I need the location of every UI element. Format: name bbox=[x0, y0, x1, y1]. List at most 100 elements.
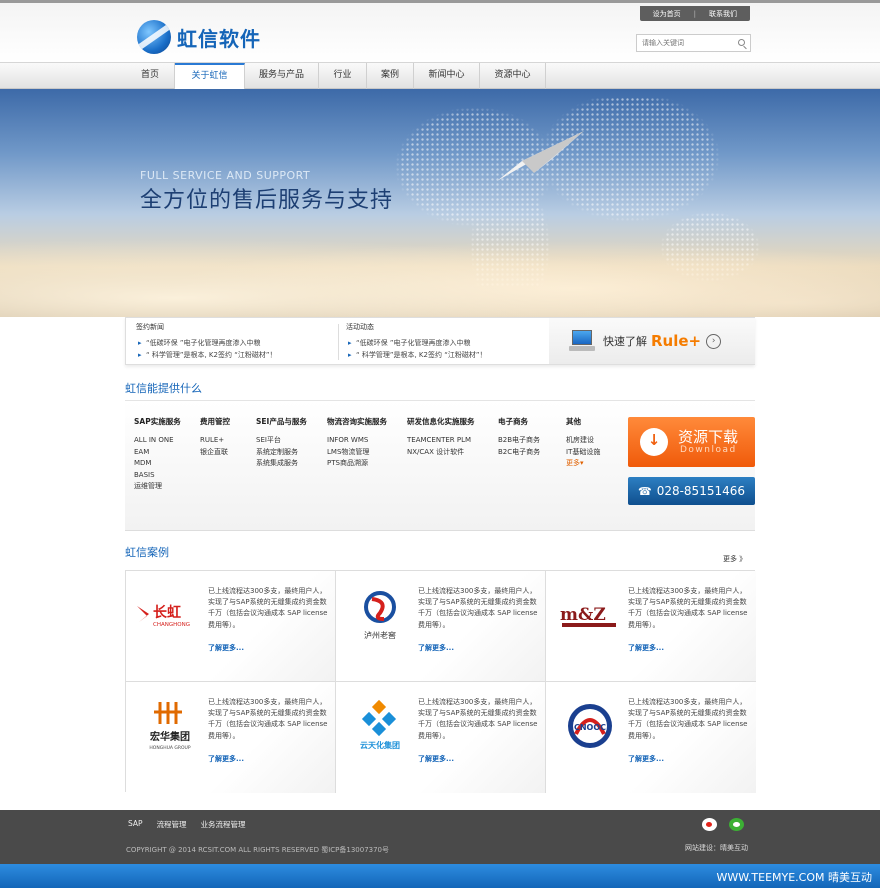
bottom-brand[interactable]: WWW.TEEMYE.COM 晴美互动 bbox=[717, 869, 872, 885]
brand-name: 虹信软件 bbox=[177, 26, 261, 51]
weibo-icon[interactable] bbox=[702, 818, 717, 831]
mz-logo: m&Z bbox=[554, 585, 626, 645]
service-column: 电子商务 B2B电子商务 B2C电子商务 bbox=[498, 416, 540, 458]
case-more-link[interactable]: 了解更多... bbox=[208, 754, 244, 764]
footer-link-sap[interactable]: SAP bbox=[128, 819, 143, 830]
search-box bbox=[636, 34, 751, 52]
computer-icon bbox=[569, 330, 595, 352]
service-item[interactable]: 系统定制服务 bbox=[256, 447, 307, 459]
nav-services[interactable]: 服务与产品 bbox=[245, 63, 319, 89]
news-strip: 签约新闻 “低碳环保 ”电子化管理再度渗入中粮 “ 科学管理”是根本, K2签约… bbox=[125, 317, 755, 365]
footer-link-process[interactable]: 流程管理 bbox=[157, 819, 187, 830]
phone-icon: ☎ bbox=[637, 484, 652, 498]
service-item[interactable]: 运维管理 bbox=[134, 481, 181, 493]
service-item[interactable]: MDM bbox=[134, 458, 181, 470]
arrow-right-icon: › bbox=[706, 333, 722, 349]
cases-more-link[interactable]: 更多 》 bbox=[723, 554, 746, 564]
case-description: 已上线流程达300多支，最终用户人，实现了与SAP系统的无缝集成约资金数千万（包… bbox=[208, 587, 328, 629]
event-news-title: 活动动态 bbox=[346, 323, 374, 331]
nav-cases[interactable]: 案例 bbox=[367, 63, 414, 89]
case-description: 已上线流程达300多支，最终用户人，实现了与SAP系统的无缝集成约资金数千万（包… bbox=[208, 698, 328, 740]
case-logo-subtext: CHANGHONG bbox=[153, 622, 190, 628]
globe-logo-icon bbox=[137, 20, 171, 54]
case-more-link[interactable]: 了解更多... bbox=[418, 643, 454, 653]
service-item[interactable]: B2B电子商务 bbox=[498, 435, 540, 447]
header: 虹信软件 设为首页 | 联系我们 bbox=[0, 0, 880, 62]
service-column-title[interactable]: 费用管控 bbox=[200, 416, 230, 427]
nav-about[interactable]: 关于虹信 bbox=[175, 63, 245, 89]
case-description: 已上线流程达300多支，最终用户人，实现了与SAP系统的无缝集成约资金数千万（包… bbox=[418, 587, 538, 629]
service-item[interactable]: 银企直联 bbox=[200, 447, 230, 459]
service-item[interactable]: NX/CAX 设计软件 bbox=[407, 447, 475, 459]
footer-link-bpm[interactable]: 业务流程管理 bbox=[201, 819, 246, 830]
case-logo-text: 云天化集团 bbox=[360, 740, 400, 750]
paper-plane-icon bbox=[497, 131, 584, 181]
service-item[interactable]: B2C电子商务 bbox=[498, 447, 540, 459]
resource-download-button[interactable]: 资源下载 Download bbox=[628, 417, 755, 467]
service-column-title[interactable]: SAP实施服务 bbox=[134, 416, 181, 427]
case-more-link[interactable]: 了解更多... bbox=[418, 754, 454, 764]
case-more-link[interactable]: 了解更多... bbox=[628, 754, 664, 764]
quick-learn-rule-button[interactable]: 快速了解 Rule+ › bbox=[549, 318, 755, 364]
service-item[interactable]: LMS物流管理 bbox=[327, 447, 387, 459]
service-item[interactable]: INFOR WMS bbox=[327, 435, 387, 447]
service-item[interactable]: SEI平台 bbox=[256, 435, 307, 447]
case-description: 已上线流程达300多支，最终用户人，实现了与SAP系统的无缝集成约资金数千万（包… bbox=[628, 698, 748, 740]
case-logo-text: CNOOC bbox=[574, 723, 606, 732]
service-item[interactable]: 系统集成服务 bbox=[256, 458, 307, 470]
logo[interactable]: 虹信软件 bbox=[137, 20, 261, 54]
divider bbox=[338, 324, 339, 360]
service-column-title[interactable]: 物流咨询实施服务 bbox=[327, 416, 387, 427]
service-item[interactable]: ALL IN ONE bbox=[134, 435, 181, 447]
case-card: 宏华集团 HONGHUA GROUP 已上线流程达300多支，最终用户人，实现了… bbox=[126, 682, 336, 793]
case-logo-text: 泸州老窖 bbox=[364, 630, 396, 640]
nav-industry[interactable]: 行业 bbox=[319, 63, 367, 89]
services-title: 虹信能提供什么 bbox=[125, 382, 202, 395]
service-item[interactable]: 机房建设 bbox=[566, 435, 600, 447]
set-homepage-link[interactable]: 设为首页 bbox=[640, 9, 694, 19]
service-column: 费用管控 RULE+ 银企直联 bbox=[200, 416, 230, 458]
case-more-link[interactable]: 了解更多... bbox=[208, 643, 244, 653]
footer: SAP 流程管理 业务流程管理 COPYRIGHT @ 2014 RCSIT.C… bbox=[0, 810, 880, 864]
nav-news[interactable]: 新闻中心 bbox=[414, 63, 480, 89]
download-title: 资源下载 bbox=[678, 427, 739, 446]
case-description: 已上线流程达300多支，最终用户人，实现了与SAP系统的无缝集成约资金数千万（包… bbox=[628, 587, 748, 629]
news-item[interactable]: “低碳环保 ”电子化管理再度渗入中粮 bbox=[136, 337, 336, 349]
service-item[interactable]: IT基础设施 bbox=[566, 447, 600, 459]
more-services-link[interactable]: 更多▾ bbox=[566, 458, 600, 470]
case-logo-text: 长虹 bbox=[153, 604, 181, 621]
service-column-title[interactable]: 其他 bbox=[566, 416, 600, 427]
service-column-title[interactable]: SEI产品与服务 bbox=[256, 416, 307, 427]
case-more-link[interactable]: 了解更多... bbox=[628, 643, 664, 653]
services-panel: SAP实施服务 ALL IN ONE EAM MDM BASIS 运维管理 费用… bbox=[125, 400, 755, 531]
signed-news-title: 签约新闻 bbox=[136, 323, 164, 331]
news-item[interactable]: “ 科学管理”是根本, K2签约 “江粉磁材”！ bbox=[136, 349, 336, 361]
download-subtitle: Download bbox=[680, 444, 737, 455]
service-column: SEI产品与服务 SEI平台 系统定制服务 系统集成服务 bbox=[256, 416, 307, 470]
news-item[interactable]: “低碳环保 ”电子化管理再度渗入中粮 bbox=[346, 337, 546, 349]
service-item[interactable]: TEAMCENTER PLM bbox=[407, 435, 475, 447]
case-card: m&Z 已上线流程达300多支，最终用户人，实现了与SAP系统的无缝集成约资金数… bbox=[546, 571, 756, 682]
case-logo-text: 宏华集团 bbox=[150, 730, 190, 743]
phone-button[interactable]: ☎ 028-85151466 bbox=[628, 477, 755, 505]
case-card: 云天化集团 已上线流程达300多支，最终用户人，实现了与SAP系统的无缝集成约资… bbox=[336, 682, 546, 793]
service-item[interactable]: EAM bbox=[134, 447, 181, 459]
search-icon[interactable] bbox=[738, 39, 745, 46]
service-column-title[interactable]: 电子商务 bbox=[498, 416, 540, 427]
bottom-bar: WWW.TEEMYE.COM 晴美互动 bbox=[0, 864, 880, 888]
nav-home[interactable]: 首页 bbox=[126, 63, 175, 89]
wechat-icon[interactable] bbox=[729, 818, 744, 831]
service-column: 物流咨询实施服务 INFOR WMS LMS物流管理 PTS商品溯源 bbox=[327, 416, 387, 470]
site-builder[interactable]: 网站建设：晴美互动 bbox=[685, 843, 748, 853]
phone-number: 028-85151466 bbox=[656, 484, 745, 498]
cases-title: 虹信案例 bbox=[125, 546, 169, 559]
news-item[interactable]: “ 科学管理”是根本, K2签约 “江粉磁材”！ bbox=[346, 349, 546, 361]
nav-resources[interactable]: 资源中心 bbox=[480, 63, 546, 89]
service-item[interactable]: RULE+ bbox=[200, 435, 230, 447]
service-item[interactable]: PTS商品溯源 bbox=[327, 458, 387, 470]
service-item[interactable]: BASIS bbox=[134, 470, 181, 482]
contact-us-link[interactable]: 联系我们 bbox=[696, 9, 750, 19]
case-card: 长虹 CHANGHONG 已上线流程达300多支，最终用户人，实现了与SAP系统… bbox=[126, 571, 336, 682]
search-input[interactable] bbox=[637, 39, 732, 47]
service-column-title[interactable]: 研发信息化实施服务 bbox=[407, 416, 475, 427]
